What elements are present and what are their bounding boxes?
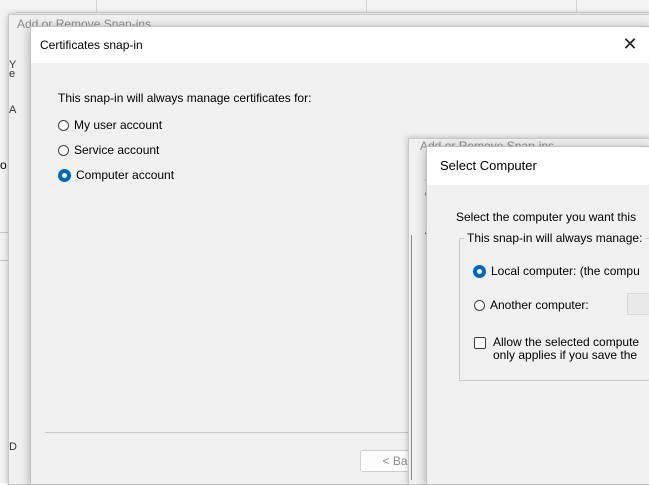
- obscured-text: e: [9, 68, 16, 80]
- radio-another-computer[interactable]: Another computer:: [474, 298, 589, 312]
- obscured-text: A: [9, 104, 17, 116]
- radio-computer-account[interactable]: Computer account: [58, 168, 174, 182]
- radio-local-computer[interactable]: Local computer: (the compu: [473, 264, 640, 278]
- background-column-header: [366, 0, 577, 12]
- title-bar: Certificates snap-in ✕: [31, 27, 649, 63]
- radio-my-user-account[interactable]: My user account: [58, 118, 162, 132]
- radio-button[interactable]: [58, 119, 69, 131]
- groupbox-label: This snap-in will always manage:: [464, 231, 646, 245]
- radio-label: Computer account: [76, 168, 175, 182]
- dialog-title: Select Computer: [440, 158, 537, 173]
- background-text-fragment: o: [0, 158, 7, 172]
- intro-text: Select the computer you want this: [456, 210, 637, 224]
- checkbox-label-line: only applies if you save the: [493, 348, 638, 362]
- radio-label: Local computer: (the compu: [491, 264, 640, 278]
- radio-service-account[interactable]: Service account: [58, 143, 159, 157]
- select-computer-dialog: Select Computer Select the computer you …: [426, 146, 649, 485]
- checkbox[interactable]: [474, 337, 486, 349]
- radio-label: Another computer:: [490, 298, 589, 312]
- radio-label: My user account: [74, 118, 163, 132]
- background-toolbar: [0, 0, 649, 13]
- radio-button-selected[interactable]: [58, 168, 71, 182]
- title-bar: Select Computer: [427, 147, 649, 185]
- obscured-text: D: [9, 441, 17, 453]
- allow-change-checkbox[interactable]: [474, 337, 486, 349]
- intro-text: This snap-in will always manage certific…: [58, 91, 312, 105]
- radio-button[interactable]: [58, 144, 69, 156]
- radio-button[interactable]: [474, 299, 485, 311]
- dialog-title: Certificates snap-in: [40, 38, 143, 52]
- obscured-list-panel: [411, 235, 418, 480]
- checkbox-label: Allow the selected compute only applies …: [493, 336, 639, 362]
- close-button[interactable]: ✕: [619, 33, 641, 55]
- radio-button-selected[interactable]: [473, 264, 486, 278]
- background-column-header: [96, 0, 367, 12]
- background-column-header: [0, 0, 97, 12]
- computer-name-input[interactable]: [627, 293, 649, 315]
- radio-label: Service account: [74, 143, 160, 157]
